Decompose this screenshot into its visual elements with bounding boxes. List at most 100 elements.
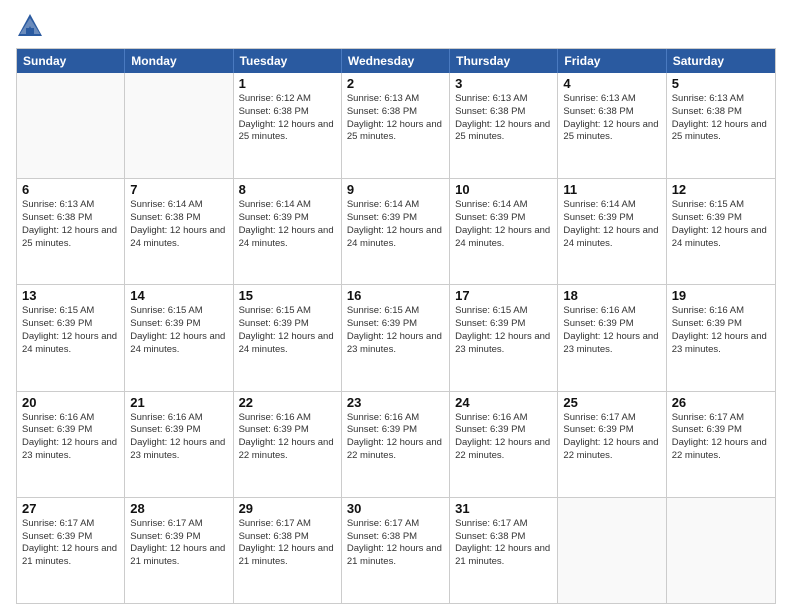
day-info: Sunrise: 6:14 AM Sunset: 6:39 PM Dayligh… (347, 199, 444, 250)
header-day-tuesday: Tuesday (234, 49, 342, 73)
day-number: 13 (22, 288, 119, 303)
day-info: Sunrise: 6:16 AM Sunset: 6:39 PM Dayligh… (22, 412, 119, 463)
day-number: 4 (563, 76, 660, 91)
calendar: SundayMondayTuesdayWednesdayThursdayFrid… (16, 48, 776, 604)
week-row-2: 6 Sunrise: 6:13 AM Sunset: 6:38 PM Daylig… (17, 179, 775, 285)
day-cell-2: 2 Sunrise: 6:13 AM Sunset: 6:38 PM Daylig… (342, 73, 450, 178)
day-cell-24: 24 Sunrise: 6:16 AM Sunset: 6:39 PM Dayli… (450, 392, 558, 497)
page: SundayMondayTuesdayWednesdayThursdayFrid… (0, 0, 792, 612)
week-row-3: 13 Sunrise: 6:15 AM Sunset: 6:39 PM Dayli… (17, 285, 775, 391)
day-number: 27 (22, 501, 119, 516)
empty-cell (667, 498, 775, 603)
day-info: Sunrise: 6:14 AM Sunset: 6:38 PM Dayligh… (130, 199, 227, 250)
day-info: Sunrise: 6:16 AM Sunset: 6:39 PM Dayligh… (563, 305, 660, 356)
day-cell-28: 28 Sunrise: 6:17 AM Sunset: 6:39 PM Dayli… (125, 498, 233, 603)
header-day-sunday: Sunday (17, 49, 125, 73)
header-day-monday: Monday (125, 49, 233, 73)
day-info: Sunrise: 6:13 AM Sunset: 6:38 PM Dayligh… (563, 93, 660, 144)
day-number: 24 (455, 395, 552, 410)
day-number: 9 (347, 182, 444, 197)
day-cell-3: 3Sunrise: 6:13 AM Sunset: 6:38 PM Daylig… (450, 73, 558, 178)
day-cell-26: 26Sunrise: 6:17 AM Sunset: 6:39 PM Dayli… (667, 392, 775, 497)
day-number: 1 (239, 76, 336, 91)
day-info: Sunrise: 6:15 AM Sunset: 6:39 PM Dayligh… (239, 305, 336, 356)
day-cell-22: 22 Sunrise: 6:16 AM Sunset: 6:39 PM Dayli… (234, 392, 342, 497)
day-info: Sunrise: 6:17 AM Sunset: 6:38 PM Dayligh… (347, 518, 444, 569)
day-cell-5: 5 Sunrise: 6:13 AM Sunset: 6:38 PM Daylig… (667, 73, 775, 178)
day-number: 14 (130, 288, 227, 303)
day-info: Sunrise: 6:17 AM Sunset: 6:39 PM Dayligh… (563, 412, 660, 463)
day-cell-11: 11 Sunrise: 6:14 AM Sunset: 6:39 PM Dayli… (558, 179, 666, 284)
day-info: Sunrise: 6:14 AM Sunset: 6:39 PM Dayligh… (563, 199, 660, 250)
day-number: 26 (672, 395, 770, 410)
day-cell-25: 25 Sunrise: 6:17 AM Sunset: 6:39 PM Dayli… (558, 392, 666, 497)
day-number: 10 (455, 182, 552, 197)
day-cell-6: 6 Sunrise: 6:13 AM Sunset: 6:38 PM Daylig… (17, 179, 125, 284)
day-info: Sunrise: 6:16 AM Sunset: 6:39 PM Dayligh… (239, 412, 336, 463)
day-number: 19 (672, 288, 770, 303)
day-cell-1: 1 Sunrise: 6:12 AM Sunset: 6:38 PM Daylig… (234, 73, 342, 178)
day-cell-23: 23 Sunrise: 6:16 AM Sunset: 6:39 PM Dayli… (342, 392, 450, 497)
logo (16, 12, 48, 40)
day-cell-7: 7 Sunrise: 6:14 AM Sunset: 6:38 PM Daylig… (125, 179, 233, 284)
day-cell-27: 27 Sunrise: 6:17 AM Sunset: 6:39 PM Dayli… (17, 498, 125, 603)
header-day-wednesday: Wednesday (342, 49, 450, 73)
day-number: 30 (347, 501, 444, 516)
day-number: 12 (672, 182, 770, 197)
day-number: 28 (130, 501, 227, 516)
day-number: 22 (239, 395, 336, 410)
empty-cell (125, 73, 233, 178)
day-cell-31: 31Sunrise: 6:17 AM Sunset: 6:38 PM Dayli… (450, 498, 558, 603)
empty-cell (558, 498, 666, 603)
day-cell-29: 29 Sunrise: 6:17 AM Sunset: 6:38 PM Dayli… (234, 498, 342, 603)
header-day-thursday: Thursday (450, 49, 558, 73)
day-info: Sunrise: 6:15 AM Sunset: 6:39 PM Dayligh… (130, 305, 227, 356)
day-number: 31 (455, 501, 552, 516)
day-number: 16 (347, 288, 444, 303)
day-number: 6 (22, 182, 119, 197)
day-number: 11 (563, 182, 660, 197)
day-info: Sunrise: 6:13 AM Sunset: 6:38 PM Dayligh… (22, 199, 119, 250)
day-cell-16: 16Sunrise: 6:15 AM Sunset: 6:39 PM Dayli… (342, 285, 450, 390)
day-number: 7 (130, 182, 227, 197)
day-cell-9: 9 Sunrise: 6:14 AM Sunset: 6:39 PM Daylig… (342, 179, 450, 284)
day-number: 3 (455, 76, 552, 91)
header-day-saturday: Saturday (667, 49, 775, 73)
day-cell-30: 30 Sunrise: 6:17 AM Sunset: 6:38 PM Dayli… (342, 498, 450, 603)
day-cell-18: 18 Sunrise: 6:16 AM Sunset: 6:39 PM Dayli… (558, 285, 666, 390)
day-cell-4: 4 Sunrise: 6:13 AM Sunset: 6:38 PM Daylig… (558, 73, 666, 178)
calendar-header: SundayMondayTuesdayWednesdayThursdayFrid… (17, 49, 775, 73)
empty-cell (17, 73, 125, 178)
day-number: 20 (22, 395, 119, 410)
day-number: 29 (239, 501, 336, 516)
day-number: 18 (563, 288, 660, 303)
week-row-4: 20 Sunrise: 6:16 AM Sunset: 6:39 PM Dayli… (17, 392, 775, 498)
day-info: Sunrise: 6:14 AM Sunset: 6:39 PM Dayligh… (455, 199, 552, 250)
day-number: 5 (672, 76, 770, 91)
day-cell-13: 13Sunrise: 6:15 AM Sunset: 6:39 PM Dayli… (17, 285, 125, 390)
week-row-1: 1 Sunrise: 6:12 AM Sunset: 6:38 PM Daylig… (17, 73, 775, 179)
day-info: Sunrise: 6:17 AM Sunset: 6:39 PM Dayligh… (130, 518, 227, 569)
day-info: Sunrise: 6:16 AM Sunset: 6:39 PM Dayligh… (455, 412, 552, 463)
day-cell-21: 21Sunrise: 6:16 AM Sunset: 6:39 PM Dayli… (125, 392, 233, 497)
day-info: Sunrise: 6:13 AM Sunset: 6:38 PM Dayligh… (672, 93, 770, 144)
header (16, 12, 776, 40)
day-info: Sunrise: 6:13 AM Sunset: 6:38 PM Dayligh… (347, 93, 444, 144)
day-cell-10: 10 Sunrise: 6:14 AM Sunset: 6:39 PM Dayli… (450, 179, 558, 284)
day-info: Sunrise: 6:12 AM Sunset: 6:38 PM Dayligh… (239, 93, 336, 144)
day-number: 23 (347, 395, 444, 410)
day-cell-20: 20 Sunrise: 6:16 AM Sunset: 6:39 PM Dayli… (17, 392, 125, 497)
calendar-body: 1 Sunrise: 6:12 AM Sunset: 6:38 PM Daylig… (17, 73, 775, 603)
day-info: Sunrise: 6:17 AM Sunset: 6:39 PM Dayligh… (22, 518, 119, 569)
day-number: 25 (563, 395, 660, 410)
week-row-5: 27 Sunrise: 6:17 AM Sunset: 6:39 PM Dayli… (17, 498, 775, 603)
day-cell-12: 12Sunrise: 6:15 AM Sunset: 6:39 PM Dayli… (667, 179, 775, 284)
logo-icon (16, 12, 44, 40)
day-info: Sunrise: 6:16 AM Sunset: 6:39 PM Dayligh… (347, 412, 444, 463)
day-number: 15 (239, 288, 336, 303)
day-info: Sunrise: 6:17 AM Sunset: 6:38 PM Dayligh… (239, 518, 336, 569)
day-cell-14: 14 Sunrise: 6:15 AM Sunset: 6:39 PM Dayli… (125, 285, 233, 390)
day-number: 17 (455, 288, 552, 303)
day-number: 2 (347, 76, 444, 91)
day-info: Sunrise: 6:14 AM Sunset: 6:39 PM Dayligh… (239, 199, 336, 250)
